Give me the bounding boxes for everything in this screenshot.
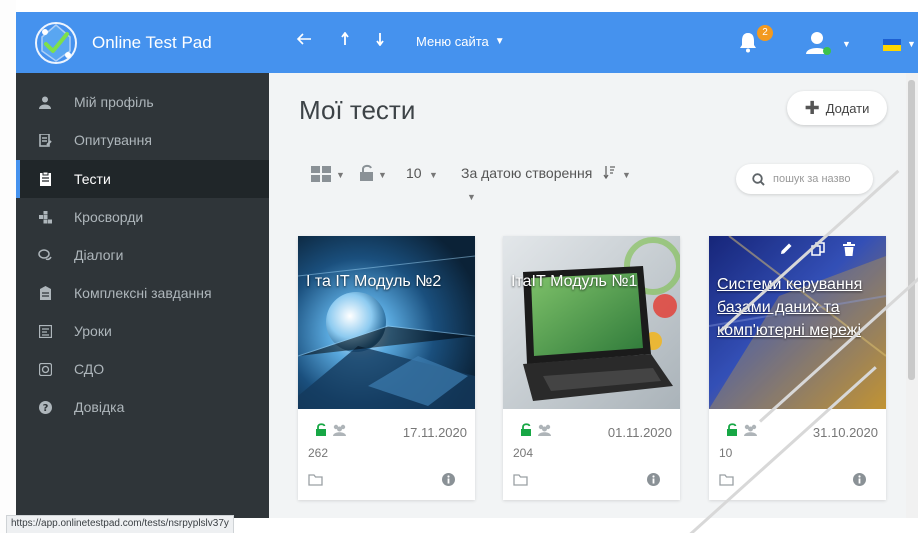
folder-icon[interactable] <box>719 473 734 491</box>
per-page-select[interactable]: 10 <box>406 165 422 181</box>
sort-icon[interactable] <box>603 165 615 182</box>
scrollbar-thumb[interactable] <box>908 80 915 380</box>
bell-icon[interactable] <box>738 31 758 58</box>
page-title: Мої тести <box>299 95 416 125</box>
main-content: Мої тести ✚ Додати ▼ ▼ 10 ▼ За датою ств… <box>269 73 906 518</box>
group-icon <box>743 423 758 441</box>
card-meta: 17.11.2020 262 <box>298 409 475 500</box>
search-input[interactable]: пошук за назво <box>736 164 873 194</box>
test-card[interactable]: Системи керування базами даних та комп'ю… <box>709 236 886 500</box>
unlocked-icon <box>316 423 327 441</box>
sidebar-item-crosswords[interactable]: Кросворди <box>16 198 269 236</box>
sidebar-item-profile[interactable]: Мій профіль <box>16 83 269 121</box>
chevron-down-icon[interactable]: ▼ <box>622 170 631 180</box>
add-button[interactable]: ✚ Додати <box>787 91 887 125</box>
arrow-down-icon[interactable] <box>376 32 384 51</box>
notification-badge: 2 <box>757 25 773 41</box>
chevron-down-icon[interactable]: ▼ <box>467 192 476 202</box>
sidebar: Мій профіль Опитування Тести Кросворди Д… <box>16 73 269 518</box>
sidebar-item-complex-tasks[interactable]: Комплексні завдання <box>16 274 269 312</box>
card-image: ІтаІТ Модуль №1 <box>503 236 680 409</box>
back-arrow-icon[interactable] <box>296 32 312 51</box>
trash-icon[interactable] <box>843 242 855 261</box>
card-meta: 01.11.2020 204 <box>503 409 680 500</box>
chevron-down-icon[interactable]: ▼ <box>842 39 851 49</box>
unlocked-icon <box>521 423 532 441</box>
sidebar-item-label: Діалоги <box>74 247 124 263</box>
complex-task-icon <box>38 286 52 300</box>
chevron-down-icon: ▼ <box>494 36 505 47</box>
search-icon <box>752 172 765 186</box>
test-icon <box>38 172 52 186</box>
lock-icon[interactable] <box>360 164 374 186</box>
chevron-down-icon[interactable]: ▼ <box>336 170 345 180</box>
folder-icon[interactable] <box>308 473 323 491</box>
info-icon[interactable] <box>442 473 455 491</box>
card-date: 31.10.2020 <box>812 425 878 440</box>
sidebar-item-dialogs[interactable]: Діалоги <box>16 236 269 274</box>
card-title-link[interactable]: Системи керування базами даних та комп'ю… <box>717 273 877 342</box>
user-icon <box>38 95 52 109</box>
top-navbar: Online Test Pad Меню сайта ▼ 2 ▼ ▼ <box>16 12 918 73</box>
sidebar-item-label: Мій профіль <box>74 94 154 110</box>
test-card[interactable]: І та ІТ Модуль №2 17.11.2020 262 <box>298 236 475 500</box>
card-meta: 31.10.2020 10 <box>709 409 886 500</box>
card-count: 10 <box>719 446 733 460</box>
sidebar-item-label: Довідка <box>74 399 125 415</box>
card-date: 17.11.2020 <box>402 425 467 440</box>
help-icon: ? <box>38 400 52 414</box>
sidebar-item-label: Кросворди <box>74 209 144 225</box>
search-placeholder: пошук за назво <box>773 173 851 185</box>
card-count: 262 <box>308 446 329 460</box>
lesson-icon <box>38 324 52 338</box>
brand-name: Online Test Pad <box>92 32 212 52</box>
logo-icon <box>35 21 77 64</box>
sort-select[interactable]: За датою створення <box>461 165 592 181</box>
chevron-down-icon[interactable]: ▼ <box>907 39 916 49</box>
sidebar-item-label: Тести <box>74 171 111 187</box>
sidebar-item-label: СДО <box>74 361 105 377</box>
sidebar-item-surveys[interactable]: Опитування <box>16 121 269 159</box>
sidebar-item-label: Комплексні завдання <box>74 285 212 301</box>
card-title[interactable]: ІтаІТ Модуль №1 <box>511 271 671 293</box>
card-date: 01.11.2020 <box>607 425 672 440</box>
svg-text:?: ? <box>42 403 48 414</box>
brand[interactable]: Online Test Pad <box>32 12 212 73</box>
plus-icon: ✚ <box>804 97 820 118</box>
card-title[interactable]: І та ІТ Модуль №2 <box>306 271 466 293</box>
group-icon <box>332 423 347 441</box>
folder-icon[interactable] <box>513 473 528 491</box>
chevron-down-icon[interactable]: ▼ <box>378 170 387 180</box>
status-url: https://app.onlinetestpad.com/tests/nsrp… <box>6 515 234 533</box>
chevron-down-icon[interactable]: ▼ <box>429 170 438 180</box>
survey-icon <box>38 133 52 147</box>
add-button-label: Додати <box>825 100 870 116</box>
page-left-edge <box>0 0 16 533</box>
user-icon[interactable] <box>805 29 833 62</box>
info-icon[interactable] <box>647 473 660 491</box>
edit-icon[interactable] <box>779 242 793 261</box>
crossword-icon <box>38 210 52 224</box>
sidebar-item-lms[interactable]: СДО <box>16 350 269 388</box>
site-menu-dropdown[interactable]: Меню сайта ▼ <box>416 34 505 49</box>
sidebar-item-label: Опитування <box>74 132 152 148</box>
lms-icon <box>38 362 52 376</box>
dialog-icon <box>38 248 52 262</box>
ukraine-flag-icon[interactable] <box>883 38 901 51</box>
sidebar-item-lessons[interactable]: Уроки <box>16 312 269 350</box>
site-menu-label: Меню сайта <box>416 34 489 49</box>
sidebar-item-help[interactable]: ? Довідка <box>16 388 269 426</box>
info-icon[interactable] <box>853 473 866 491</box>
card-image: І та ІТ Модуль №2 <box>298 236 475 409</box>
grid-view-icon[interactable] <box>311 166 331 187</box>
arrow-up-icon[interactable] <box>341 31 349 51</box>
unlocked-icon <box>727 423 738 441</box>
group-icon <box>537 423 552 441</box>
test-card[interactable]: ІтаІТ Модуль №1 01.11.2020 204 <box>503 236 680 500</box>
sidebar-item-label: Уроки <box>74 323 112 339</box>
sidebar-item-tests[interactable]: Тести <box>16 160 269 198</box>
card-count: 204 <box>513 446 534 460</box>
